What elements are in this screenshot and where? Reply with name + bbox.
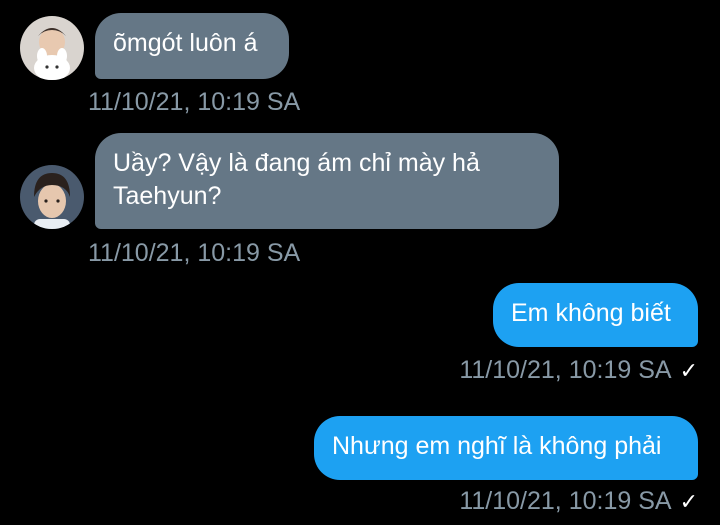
message-text: Uầy? Vậy là đang ám chỉ mày hả Taehyun? bbox=[113, 149, 480, 210]
message-timestamp: 11/10/21, 10:19 SA ✓ bbox=[459, 356, 698, 384]
checkmark-icon: ✓ bbox=[679, 358, 698, 383]
message-text: õmgót luôn á bbox=[113, 29, 258, 57]
message-timestamp: 11/10/21, 10:19 SA bbox=[88, 239, 301, 267]
user-avatar-boy-icon[interactable] bbox=[20, 165, 84, 229]
message-bubble-incoming[interactable]: õmgót luôn á bbox=[95, 13, 289, 79]
message-bubble-outgoing[interactable]: Em không biết bbox=[493, 283, 698, 347]
message-bubble-incoming[interactable]: Uầy? Vậy là đang ám chỉ mày hả Taehyun? bbox=[95, 133, 559, 229]
message-bubble-outgoing[interactable]: Nhưng em nghĩ là không phải bbox=[314, 416, 698, 480]
conversation-thread: õmgót luôn á 11/10/21, 10:19 SA Uầy? Vậy… bbox=[0, 0, 720, 525]
message-timestamp: 11/10/21, 10:19 SA ✓ bbox=[459, 487, 698, 515]
message-text: Nhưng em nghĩ là không phải bbox=[332, 432, 662, 460]
message-text: Em không biết bbox=[511, 299, 671, 327]
checkmark-icon: ✓ bbox=[679, 489, 698, 514]
user-avatar-plush-icon[interactable] bbox=[20, 16, 84, 80]
message-timestamp: 11/10/21, 10:19 SA bbox=[88, 88, 301, 116]
